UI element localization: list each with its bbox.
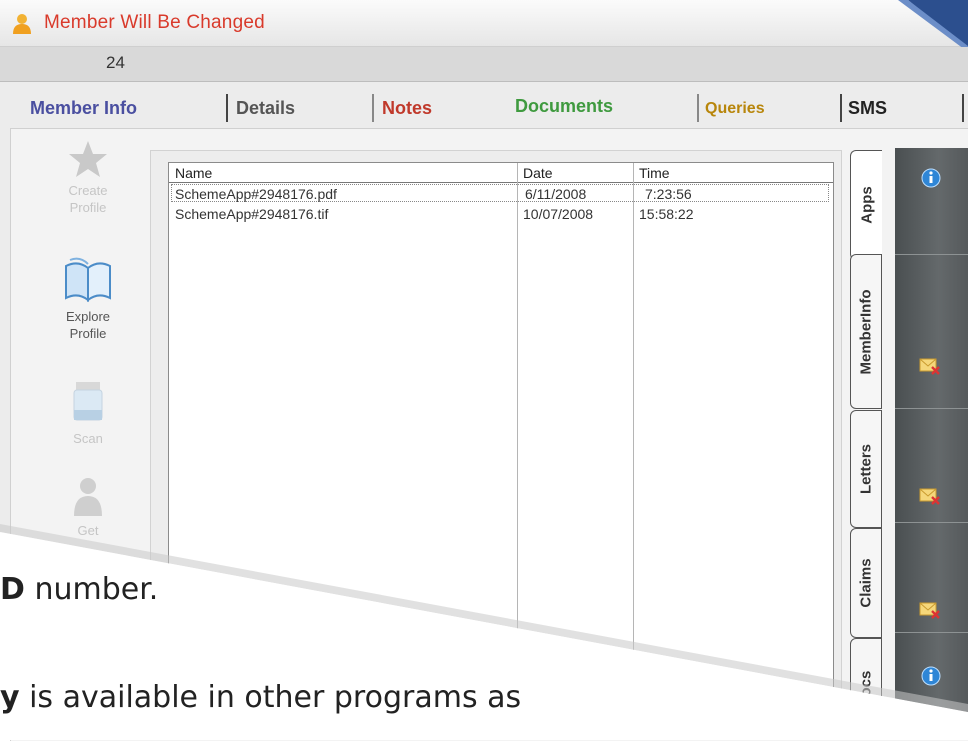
tab-notes[interactable]: Notes (382, 98, 432, 119)
quick-action-panel (895, 148, 968, 740)
side-tab-label: Letters (857, 443, 875, 495)
side-tab-label: Claims (857, 558, 875, 608)
get-label: Get (77, 523, 99, 538)
column-header-name[interactable]: Name (169, 163, 517, 183)
side-tab-claims[interactable]: Claims (850, 528, 882, 638)
tab-sms[interactable]: SMS (848, 98, 887, 119)
create-profile-button[interactable]: Create Profile (48, 140, 128, 216)
tab-details[interactable]: Details (236, 98, 295, 119)
member-icon (13, 14, 31, 34)
envelope-x-icon[interactable] (919, 356, 941, 376)
member-id: 24 (106, 53, 125, 72)
tab-divider (840, 94, 842, 122)
slide-bold-fragment: y (0, 680, 20, 715)
envelope-x-icon[interactable] (919, 600, 941, 620)
tab-strip: Member Info Details Notes Documents Quer… (0, 92, 968, 126)
get-icon (74, 478, 102, 516)
tab-queries[interactable]: Queries (705, 100, 765, 118)
slide-bold-fragment: D (0, 572, 25, 607)
create-profile-label: Create Profile (68, 183, 108, 215)
explore-profile-button[interactable]: Explore Profile (48, 256, 128, 342)
slide-text: is available in other programs as (19, 680, 522, 715)
row-date: 10/07/2008 (523, 206, 594, 222)
slide-text: number. (24, 572, 159, 607)
side-tab-apps[interactable]: Apps (850, 150, 882, 260)
explore-profile-label: Explore Profile (65, 309, 111, 341)
tab-divider (372, 94, 374, 122)
column-header-time[interactable]: Time (633, 163, 833, 183)
get-button[interactable]: Get (48, 476, 128, 539)
tab-member-info[interactable]: Member Info (30, 98, 137, 119)
column-header-date[interactable]: Date (517, 163, 633, 183)
scanner-icon (73, 382, 103, 421)
member-id-bar: 24 (0, 47, 968, 82)
star-icon (69, 141, 107, 177)
column-divider (633, 163, 634, 689)
side-tab-label: MemberInfo (857, 288, 875, 375)
row-time: 15:58:22 (639, 206, 694, 222)
envelope-x-icon[interactable] (919, 486, 941, 506)
window-title: Member Will Be Changed (44, 12, 265, 33)
scan-button[interactable]: Scan (48, 380, 128, 447)
panel-divider (895, 408, 968, 409)
info-icon[interactable] (921, 666, 941, 686)
row-date: 6/11/2008 (525, 186, 587, 202)
side-tab-memberinfo[interactable]: MemberInfo (850, 254, 882, 409)
panel-divider (895, 522, 968, 523)
slide-text-line-1: D number. (0, 572, 158, 607)
row-name: SchemeApp#2948176.pdf (175, 186, 337, 202)
tab-divider (226, 94, 228, 122)
side-tab-label: Apps (858, 186, 875, 224)
column-divider (517, 163, 518, 689)
slide-text-line-2: y is available in other programs as (0, 680, 521, 715)
side-tab-letters[interactable]: Letters (850, 410, 882, 528)
title-bar: Member Will Be Changed (0, 0, 968, 52)
tab-documents[interactable]: Documents (515, 96, 613, 117)
tab-divider (697, 94, 699, 122)
scan-label: Scan (73, 431, 103, 446)
info-icon[interactable] (921, 168, 941, 188)
tab-divider (962, 94, 964, 122)
panel-divider (895, 632, 968, 633)
row-time: 7:23:56 (645, 186, 692, 202)
row-name: SchemeApp#2948176.tif (175, 206, 329, 222)
corner-decoration (898, 0, 968, 52)
open-book-icon (65, 257, 111, 303)
panel-divider (895, 254, 968, 255)
